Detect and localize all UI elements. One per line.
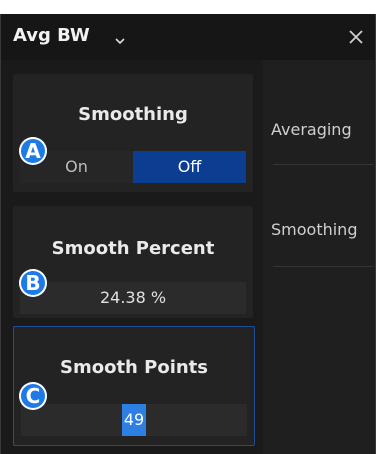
menu-item-smoothing[interactable]: Smoothing	[271, 220, 357, 239]
smoothing-panel: Smoothing On Off	[13, 74, 253, 192]
close-icon[interactable]	[347, 28, 365, 46]
annotation-badge-a: A	[19, 137, 47, 165]
menu-separator	[273, 266, 373, 267]
category-menu: Averaging Smoothing	[263, 60, 375, 454]
menu-separator	[273, 164, 373, 165]
dialog-title: Avg BW	[13, 25, 90, 46]
settings-panel: Smoothing On Off Smooth Percent 24.38 % …	[1, 60, 263, 454]
dialog-header: Avg BW	[1, 14, 375, 60]
smooth-points-panel: Smooth Points 49	[13, 326, 255, 446]
menu-item-averaging[interactable]: Averaging	[271, 120, 352, 139]
smooth-percent-label: Smooth Percent	[51, 238, 215, 259]
smooth-points-label: Smooth Points	[60, 357, 208, 378]
smooth-percent-input[interactable]: 24.38 %	[20, 282, 246, 314]
avg-bw-dialog: Avg BW Smoothing On Off Smooth Percent 2…	[0, 14, 376, 454]
annotation-badge-b: B	[19, 269, 47, 297]
smooth-points-value: 49	[121, 404, 147, 436]
smoothing-off-button[interactable]: Off	[133, 151, 246, 183]
smoothing-toggle[interactable]: On Off	[20, 151, 246, 183]
smooth-points-input[interactable]: 49	[21, 404, 247, 436]
chevron-down-icon[interactable]	[115, 36, 125, 46]
smoothing-label: Smoothing	[78, 104, 188, 125]
annotation-badge-c: C	[19, 382, 47, 410]
smooth-percent-panel: Smooth Percent 24.38 %	[13, 206, 253, 318]
